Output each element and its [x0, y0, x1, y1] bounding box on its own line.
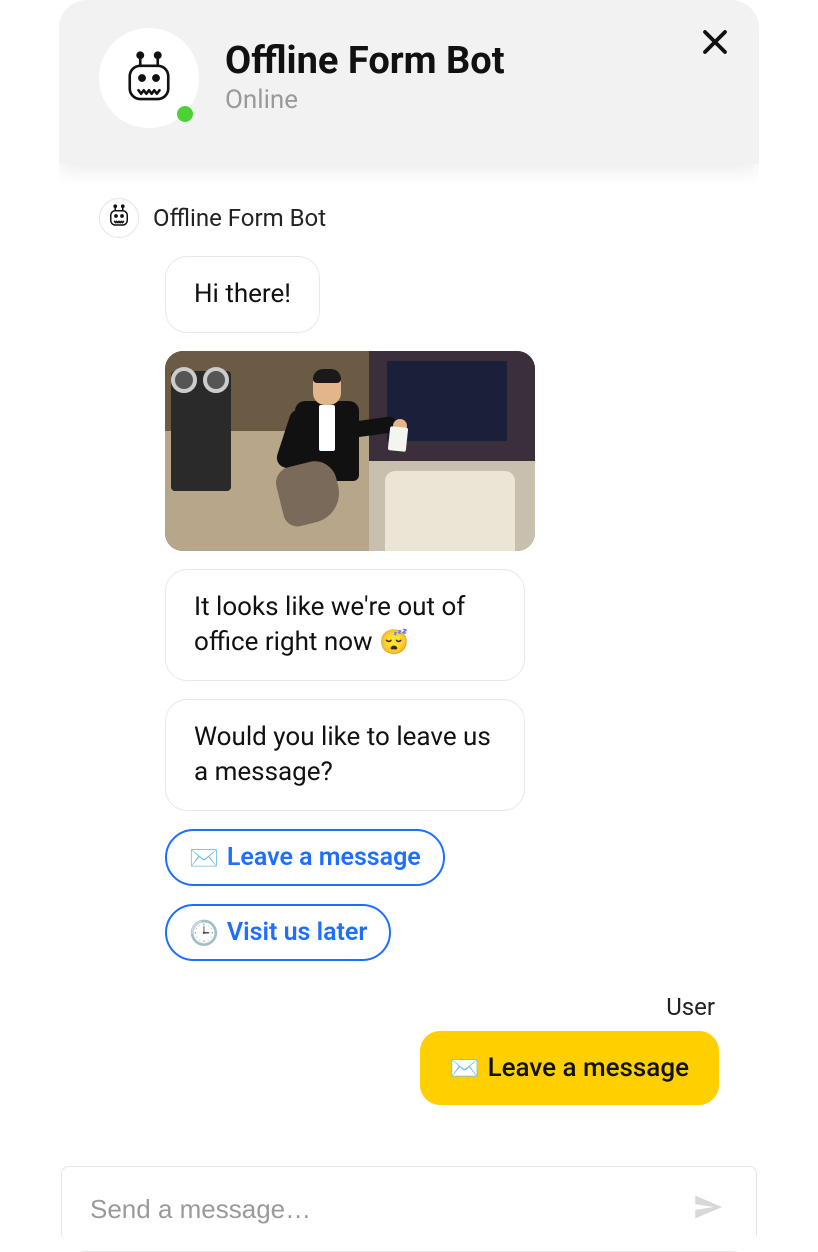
sender-name: Offline Form Bot	[153, 204, 326, 232]
bot-message: Would you like to leave us a message?	[165, 699, 525, 811]
bot-small-avatar	[99, 198, 139, 238]
quick-reply-label: Visit us later	[227, 918, 367, 947]
chat-header: Offline Form Bot Online	[59, 0, 759, 164]
robot-icon	[121, 50, 177, 106]
bot-avatar	[99, 28, 199, 128]
chat-widget: Offline Form Bot Online	[59, 0, 759, 1252]
chat-body[interactable]: Offline Form Bot Hi there!	[59, 164, 759, 1166]
send-icon	[691, 1190, 725, 1228]
gif-message	[165, 351, 535, 551]
sender-row: Offline Form Bot	[99, 198, 719, 238]
bot-status: Online	[225, 85, 505, 115]
bot-title: Offline Form Bot	[225, 41, 505, 83]
close-button[interactable]	[695, 24, 735, 64]
bot-message: Hi there!	[165, 256, 320, 333]
close-icon	[700, 27, 730, 61]
clock-icon: 🕒	[189, 919, 219, 947]
user-message: ✉️ Leave a message	[420, 1031, 719, 1105]
user-label: User	[666, 993, 719, 1021]
bot-messages: Hi there!	[99, 256, 719, 961]
user-block: User ✉️ Leave a message	[99, 993, 719, 1105]
sleeping-emoji: 😴	[379, 628, 409, 656]
quick-reply-visit-later[interactable]: 🕒 Visit us later	[165, 904, 391, 961]
quick-reply-leave-message[interactable]: ✉️ Leave a message	[165, 829, 445, 886]
envelope-icon: ✉️	[450, 1054, 480, 1082]
gif-scene	[165, 351, 535, 551]
header-text: Offline Form Bot Online	[225, 41, 505, 115]
robot-icon	[107, 204, 131, 232]
quick-reply-label: Leave a message	[227, 843, 421, 872]
chat-footer	[61, 1166, 757, 1252]
message-input[interactable]	[90, 1194, 688, 1225]
message-text: It looks like we're out of office right …	[194, 592, 465, 657]
envelope-icon: ✉️	[189, 844, 219, 872]
bot-message: It looks like we're out of office right …	[165, 569, 525, 681]
status-indicator	[177, 106, 193, 122]
send-button[interactable]	[688, 1189, 728, 1229]
user-message-text: Leave a message	[488, 1053, 689, 1083]
